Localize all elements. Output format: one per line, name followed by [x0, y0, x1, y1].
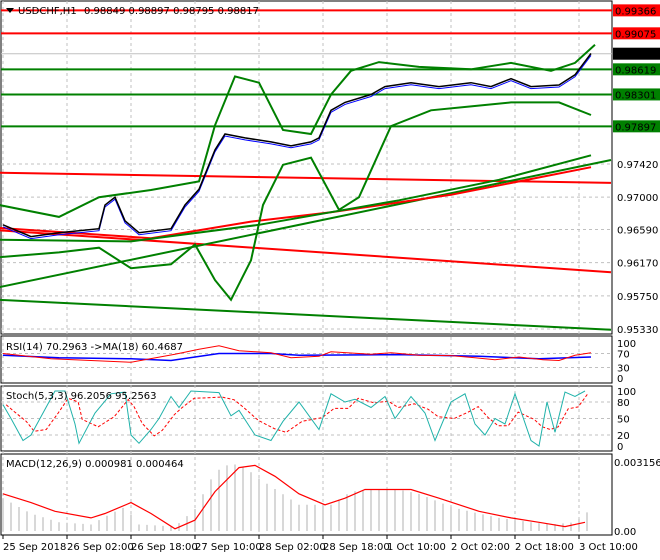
x-tick-label: 27 Sep 10:00: [195, 542, 262, 553]
axes: 25 Sep 2018 26 Sep 02:0026 Sep 18:0027 Se…: [2, 4, 660, 553]
macd-tick-label: 0.003156: [614, 458, 660, 469]
macd-tick-label: 0.00: [614, 527, 636, 538]
rsi-tick-label: 30: [617, 364, 630, 375]
x-tick-label: 3 Oct 10:00: [579, 542, 638, 553]
rsi-tick-label: 100: [617, 339, 636, 350]
stoch-tick-label: 0: [617, 442, 623, 453]
price-badge-label: 0.98619: [615, 65, 656, 76]
x-tick-label: 26 Sep 02:00: [67, 542, 134, 553]
trend-line[interactable]: [0, 298, 612, 331]
ohlc-values: 0.98849 0.98897 0.98795 0.98817: [84, 6, 259, 17]
price-tick-label: 0.96590: [617, 226, 658, 237]
x-tick-label: 2 Oct 18:00: [515, 542, 574, 553]
trend-line[interactable]: [0, 159, 612, 289]
x-tick-label: 25 Sep 2018: [3, 542, 66, 553]
rsi-tick-label: 0: [617, 374, 623, 385]
price-tick-label: 0.95750: [617, 292, 658, 303]
stoch-tick-label: 80: [617, 398, 630, 409]
price-tick-label: 0.95330: [617, 325, 658, 336]
price-badge-label: 0.98301: [615, 90, 656, 101]
symbol-label: USDCHF,H1: [18, 6, 77, 17]
price-badge-label: 0.99075: [615, 29, 656, 40]
trend-line[interactable]: [0, 154, 592, 243]
price-tick-label: 0.97420: [617, 160, 658, 171]
price-line: [2, 53, 592, 238]
price-tick-label: 0.97000: [617, 193, 658, 204]
price-chart[interactable]: [0, 9, 612, 331]
chart-window[interactable]: 25 Sep 2018 26 Sep 02:00 26 Sep 18:00 27 Se…: [0, 0, 660, 560]
rsi-tick-label: 70: [617, 350, 630, 361]
panel-frame: [0, 0, 613, 335]
moving-average-line: [2, 55, 592, 240]
stoch-tick-label: 20: [617, 431, 630, 442]
x-tick-label: 2 Oct 02:00: [451, 542, 510, 553]
trend-line[interactable]: [0, 229, 612, 274]
macd-signal-line: [2, 464, 586, 530]
x-tick-label: 28 Sep 02:00: [259, 542, 326, 553]
price-badge-label: 0.99366: [615, 6, 656, 17]
macd-panel[interactable]: [2, 464, 588, 531]
bollinger-upper-band: [0, 44, 596, 218]
stoch-tick-label: 100: [617, 387, 636, 398]
price-badge-label: 0.97897: [615, 122, 656, 133]
macd-label: MACD(12,26,9) 0.000981 0.000464: [6, 459, 184, 470]
x-tick-label: 26 Sep 18:00: [131, 542, 198, 553]
price-badge-label: 0.98817: [615, 50, 656, 61]
stoch-label: Stoch(5,3,3) 96.2056 95.2563: [6, 391, 157, 402]
x-tick-label: 28 Sep 18:00: [323, 542, 390, 553]
rsi-label: RSI(14) 70.2963 ->MA(18) 60.4687: [6, 342, 183, 353]
stoch-tick-label: 50: [617, 415, 630, 426]
price-tick-label: 0.96170: [617, 259, 658, 270]
chart-canvas[interactable]: 25 Sep 2018 26 Sep 02:0026 Sep 18:0027 Se…: [0, 0, 660, 560]
x-tick-label: 1 Oct 10:00: [387, 542, 446, 553]
